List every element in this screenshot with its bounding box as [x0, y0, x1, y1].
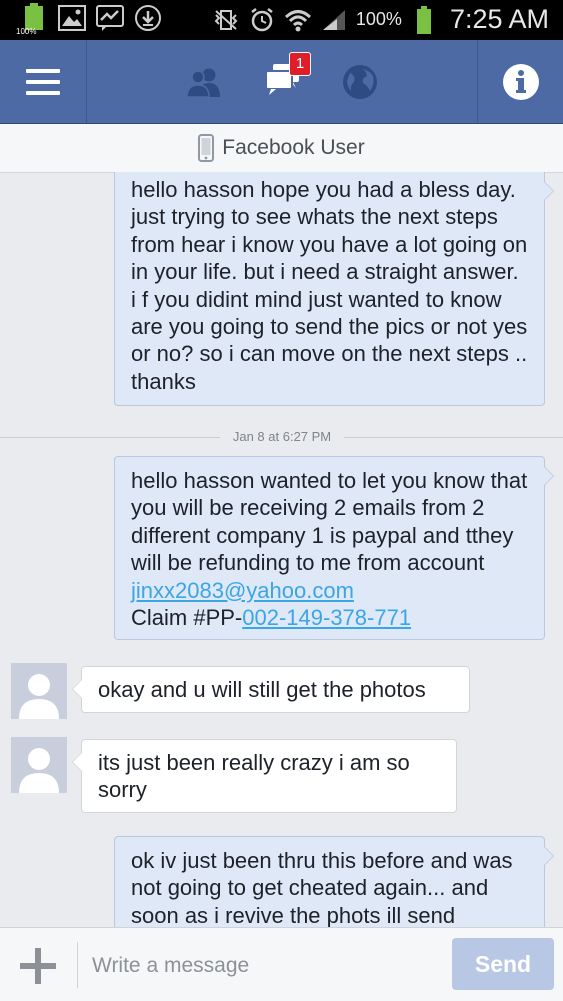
top-navigation-bar: 1 [0, 40, 563, 124]
messages-icon-wrap: 1 [263, 52, 311, 101]
message-bubble-outgoing[interactable]: hello hasson hope you had a bless day. j… [114, 172, 554, 406]
status-bar-left: 100% [16, 3, 162, 36]
battery-small-text: 100% [16, 27, 37, 36]
message-text: its just been really crazy i am so sorry [98, 750, 410, 803]
messages-badge: 1 [289, 52, 311, 76]
info-button[interactable] [478, 40, 563, 123]
status-bar-right: 100% 7:25 AM [212, 4, 549, 35]
menu-button[interactable] [0, 40, 86, 123]
friend-requests-button[interactable] [176, 40, 232, 123]
avatar[interactable] [11, 737, 67, 793]
message-text: hello hasson wanted to let you know that… [131, 468, 528, 576]
avatar[interactable] [11, 663, 67, 719]
messages-button[interactable]: 1 [258, 40, 311, 123]
conversation-header: Facebook User [0, 124, 563, 173]
contact-name: Facebook User [222, 136, 365, 159]
default-user-icon [11, 737, 67, 793]
claim-prefix: Claim #PP- [131, 605, 243, 631]
download-icon [134, 4, 162, 32]
message-bubble-incoming[interactable]: okay and u will still get the photos [72, 666, 470, 713]
message-input[interactable] [90, 946, 434, 986]
claim-number-link[interactable]: 002-149-378-771 [242, 605, 411, 630]
default-user-icon [11, 663, 67, 719]
timestamp-divider: Jan 8 at 6:27 PM [220, 428, 344, 446]
plus-icon [20, 948, 56, 984]
gallery-icon [58, 4, 86, 32]
message-text: okay and u will still get the photos [98, 677, 426, 702]
info-icon [502, 63, 539, 100]
message-composer: Send [0, 927, 563, 1001]
send-button[interactable]: Send [452, 938, 554, 990]
mobile-phone-icon [198, 134, 215, 162]
message-bubble-outgoing[interactable]: hello hasson wanted to let you know that… [114, 456, 554, 640]
notifications-button[interactable] [338, 40, 382, 123]
globe-icon [343, 64, 377, 99]
message-text: ok iv just been thru this before and was… [131, 848, 513, 928]
message-text: hello hasson hope you had a bless day. j… [131, 177, 528, 394]
friends-icon [186, 68, 220, 97]
status-bar: 100% 100% 7:25 AM [0, 0, 563, 40]
wifi-icon [284, 6, 312, 34]
composer-separator [77, 942, 78, 988]
battery-icon [410, 5, 438, 34]
vibrate-icon [212, 6, 240, 34]
nav-separator [86, 40, 87, 123]
menu-icon [26, 68, 60, 95]
signal-icon [320, 6, 348, 34]
battery-percent: 100% [355, 9, 402, 29]
email-link[interactable]: jinxx2083@yahoo.com [131, 578, 354, 603]
attach-button[interactable] [18, 946, 58, 986]
messenger-notification-icon [96, 4, 124, 32]
message-bubble-incoming[interactable]: its just been really crazy i am so sorry [72, 739, 457, 813]
clock: 7:25 AM [449, 4, 549, 34]
battery-full-icon: 100% [16, 3, 48, 36]
alarm-icon [248, 6, 276, 34]
